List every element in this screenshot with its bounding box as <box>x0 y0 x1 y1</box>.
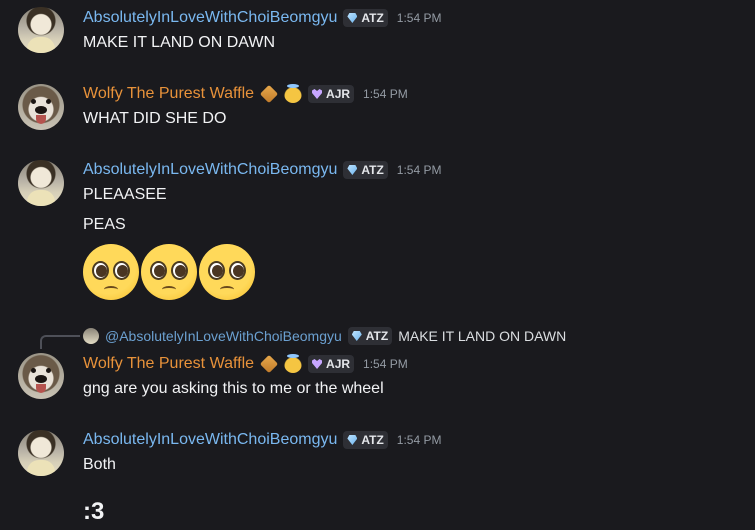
avatar[interactable] <box>18 430 64 476</box>
reply-text: MAKE IT LAND ON DAWN <box>398 328 567 344</box>
avatar[interactable] <box>18 160 64 206</box>
reply-avatar <box>83 328 99 344</box>
gem-icon <box>351 331 362 341</box>
reply-preview[interactable]: @AbsolutelyInLoveWithChoiBeomgyu ATZ MAK… <box>83 326 566 346</box>
timestamp: 1:54 PM <box>363 87 408 101</box>
timestamp: 1:54 PM <box>396 163 442 177</box>
message-header: AbsolutelyInLoveWithChoiBeomgyu ATZ 1:54… <box>83 8 442 28</box>
username[interactable]: Wolfy The Purest Waffle <box>83 85 254 103</box>
emoji-row <box>83 244 255 300</box>
message-header: AbsolutelyInLoveWithChoiBeomgyu ATZ 1:54… <box>83 430 442 450</box>
server-tag-label: ATZ <box>361 163 384 177</box>
avatar[interactable] <box>18 84 64 130</box>
chat-messages: AbsolutelyInLoveWithChoiBeomgyu ATZ 1:54… <box>0 0 755 530</box>
server-tag[interactable]: ATZ <box>343 9 388 27</box>
message-text: WHAT DID SHE DO <box>83 110 227 127</box>
angel-face-icon <box>284 354 303 373</box>
server-tag[interactable]: ATZ <box>343 431 388 449</box>
server-tag[interactable]: ATZ <box>343 161 388 179</box>
server-tag-label: AJR <box>326 357 351 371</box>
heart-icon <box>312 89 323 99</box>
server-tag[interactable]: AJR <box>308 355 355 373</box>
message-text: PLEAASEE <box>83 186 167 203</box>
username[interactable]: AbsolutelyInLoveWithChoiBeomgyu <box>83 9 337 27</box>
heart-icon <box>312 359 323 369</box>
server-tag-label: ATZ <box>361 433 384 447</box>
waffle-icon <box>259 354 279 374</box>
server-tag[interactable]: AJR <box>308 85 355 103</box>
server-tag: ATZ <box>347 327 393 345</box>
pleading-face-emoji[interactable] <box>141 244 197 300</box>
gem-icon <box>347 13 358 23</box>
waffle-icon <box>259 84 279 104</box>
message-text: PEAS <box>83 216 126 233</box>
message-text: MAKE IT LAND ON DAWN <box>83 34 276 51</box>
timestamp: 1:54 PM <box>363 357 408 371</box>
message-text: Both <box>83 456 116 473</box>
message-text: gng are you asking this to me or the whe… <box>83 380 384 397</box>
message-header: AbsolutelyInLoveWithChoiBeomgyu ATZ 1:54… <box>83 160 442 180</box>
pleading-face-emoji[interactable] <box>83 244 139 300</box>
avatar[interactable] <box>18 353 64 399</box>
server-tag-label: ATZ <box>361 11 384 25</box>
username[interactable]: Wolfy The Purest Waffle <box>83 355 254 373</box>
pleading-face-emoji[interactable] <box>199 244 255 300</box>
reply-username[interactable]: @AbsolutelyInLoveWithChoiBeomgyu <box>105 328 342 344</box>
username[interactable]: AbsolutelyInLoveWithChoiBeomgyu <box>83 161 337 179</box>
server-tag-label: ATZ <box>365 329 389 343</box>
avatar[interactable] <box>18 7 64 53</box>
timestamp: 1:54 PM <box>396 433 442 447</box>
message-header: Wolfy The Purest Waffle AJR 1:54 PM <box>83 84 408 104</box>
timestamp: 1:54 PM <box>396 11 442 25</box>
server-tag-label: AJR <box>326 87 351 101</box>
message-text: :3 <box>83 498 105 525</box>
angel-face-icon <box>284 84 303 103</box>
reply-spine <box>40 335 80 349</box>
gem-icon <box>347 435 358 445</box>
username[interactable]: AbsolutelyInLoveWithChoiBeomgyu <box>83 431 337 449</box>
gem-icon <box>347 165 358 175</box>
message-header: Wolfy The Purest Waffle AJR 1:54 PM <box>83 354 408 374</box>
